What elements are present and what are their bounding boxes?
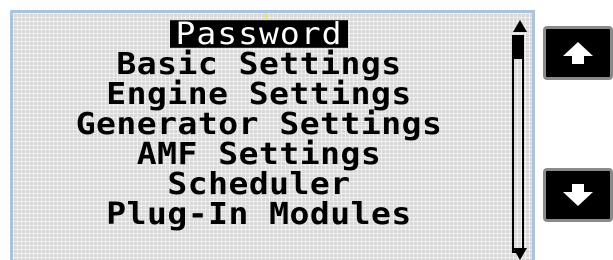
arrow-down-icon bbox=[563, 184, 593, 206]
arrow-up-icon bbox=[563, 42, 593, 64]
menu-item-amf-settings[interactable]: AMF Settings bbox=[13, 135, 505, 172]
menu-scrollbar[interactable] bbox=[509, 19, 531, 260]
controller-screen: Password Basic Settings Engine Settings … bbox=[0, 0, 613, 260]
menu-item-engine-settings[interactable]: Engine Settings bbox=[13, 75, 505, 112]
menu-item-label: Generator Settings bbox=[75, 105, 443, 142]
scrollbar-thumb[interactable] bbox=[514, 37, 522, 59]
menu-item-basic-settings[interactable]: Basic Settings bbox=[13, 45, 505, 82]
menu-item-plug-in-modules[interactable]: Plug-In Modules bbox=[13, 195, 505, 232]
menu-item-label: Password bbox=[169, 18, 349, 49]
lcd-display: Password Basic Settings Engine Settings … bbox=[10, 10, 535, 260]
scrollbar-track bbox=[512, 35, 524, 253]
down-button[interactable] bbox=[543, 168, 613, 222]
menu-item-scheduler[interactable]: Scheduler bbox=[13, 165, 505, 202]
setpoint-group-menu: Password Basic Settings Engine Settings … bbox=[13, 18, 505, 232]
triangle-down-icon bbox=[509, 247, 531, 260]
menu-item-generator-settings[interactable]: Generator Settings bbox=[13, 105, 505, 142]
menu-item-label: Scheduler bbox=[167, 165, 351, 202]
menu-item-label: AMF Settings bbox=[136, 135, 382, 172]
up-button[interactable] bbox=[543, 26, 613, 80]
menu-item-label: Basic Settings bbox=[116, 45, 402, 82]
triangle-up-icon bbox=[509, 19, 531, 33]
menu-item-password[interactable]: Password bbox=[13, 18, 505, 49]
menu-item-label: Engine Settings bbox=[106, 75, 412, 112]
menu-item-label: Plug-In Modules bbox=[106, 195, 412, 232]
